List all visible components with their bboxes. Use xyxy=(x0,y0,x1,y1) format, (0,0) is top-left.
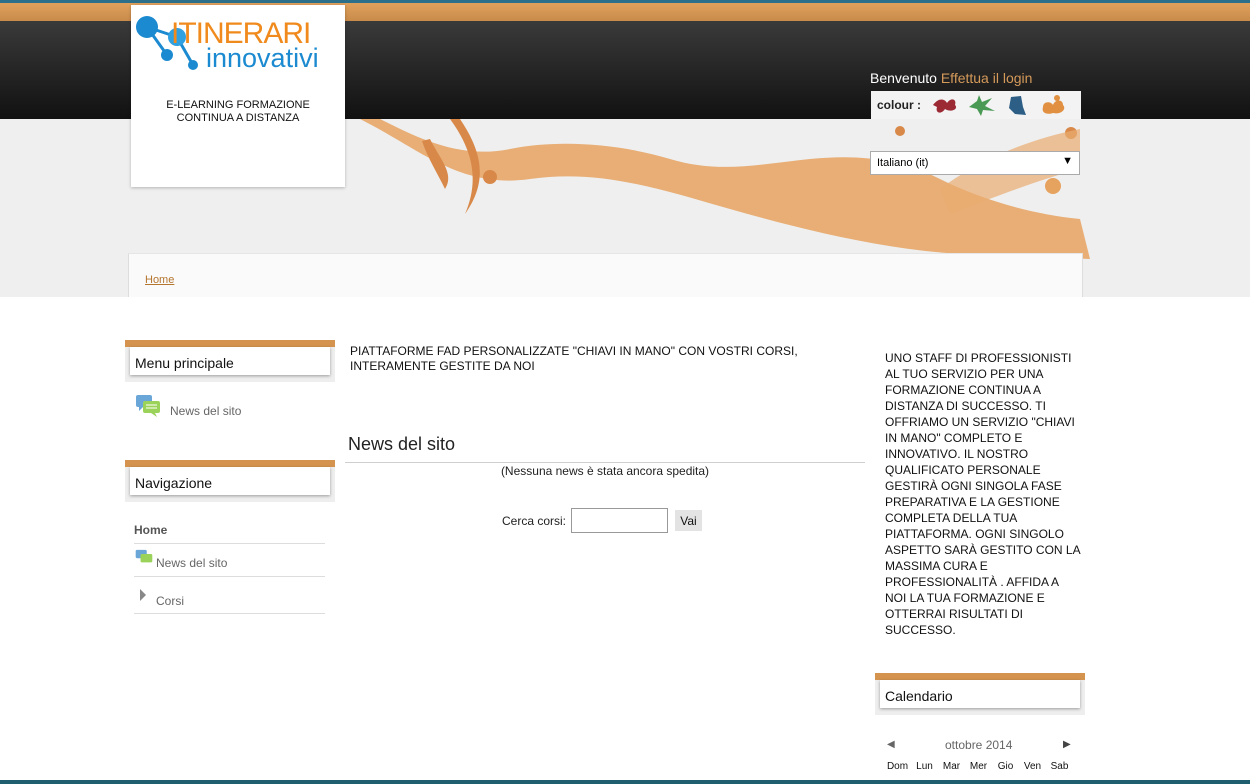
colour-swatch-green-icon[interactable] xyxy=(965,93,997,117)
calendar-month: ottobre 2014 xyxy=(945,738,1013,752)
calendar-prev-icon[interactable]: ◀ xyxy=(887,739,895,750)
weekday-label: Sab xyxy=(1050,761,1069,772)
news-divider xyxy=(345,462,865,463)
nav-divider xyxy=(134,613,325,614)
search-go-button[interactable]: Vai xyxy=(675,510,702,531)
news-empty-message: (Nessuna news è stata ancora spedita) xyxy=(500,464,710,478)
block-stripe xyxy=(875,673,1085,680)
colour-label: colour : xyxy=(877,98,921,112)
search-courses-label: Cerca corsi: xyxy=(502,514,567,528)
logo-panel: ITINERARI innovativi E-LEARNING FORMAZIO… xyxy=(131,5,345,187)
colour-switcher: colour : xyxy=(871,91,1081,119)
dropdown-arrow-icon: ▼ xyxy=(1062,155,1073,167)
intro-text: PIATTAFORME FAD PERSONALIZZATE "CHIAVI I… xyxy=(350,344,798,373)
menu-item-news[interactable]: News del sito xyxy=(170,404,241,418)
welcome-message: Benvenuto Effettua il login xyxy=(870,70,1032,86)
calendar-weekdays: Dom Lun Mar Mer Gio Ven Sab xyxy=(884,761,1073,772)
menu-principale-block: Menu principale xyxy=(125,340,335,382)
nav-divider xyxy=(134,543,325,544)
welcome-text: Benvenuto xyxy=(870,70,937,86)
news-section-title: News del sito xyxy=(348,434,456,454)
block-stripe xyxy=(125,340,335,347)
triangle-right-icon xyxy=(140,589,146,601)
news-chat-icon xyxy=(136,395,160,417)
weekday-label: Gio xyxy=(997,761,1014,772)
orange-splash-decoration xyxy=(360,119,1090,259)
breadcrumb: Home xyxy=(128,253,1083,297)
colour-swatch-red-icon[interactable] xyxy=(929,93,961,117)
bottom-accent-line xyxy=(0,780,1250,784)
login-link[interactable]: Effettua il login xyxy=(941,70,1033,86)
weekday-label: Dom xyxy=(886,761,909,772)
nav-item-news[interactable]: News del sito xyxy=(156,556,227,570)
language-select-value: Italiano (it) xyxy=(877,157,929,169)
weekday-label: Mar xyxy=(942,761,961,772)
staff-description: UNO STAFF DI PROFESSIONISTI AL TUO SERVI… xyxy=(885,351,1080,637)
calendario-block: Calendario xyxy=(875,673,1085,715)
news-chat-icon xyxy=(135,549,153,563)
weekday-label: Lun xyxy=(916,761,933,772)
site-tagline: E-LEARNING FORMAZIONE CONTINUA A DISTANZ… xyxy=(166,99,310,124)
nav-divider xyxy=(134,576,325,577)
calendar-next-icon[interactable]: ▶ xyxy=(1063,739,1071,750)
nav-home-link[interactable]: Home xyxy=(134,523,167,537)
search-courses-input[interactable] xyxy=(571,508,668,533)
weekday-label: Ven xyxy=(1023,761,1042,772)
menu-principale-title: Menu principale xyxy=(130,347,330,375)
nav-item-corsi[interactable]: Corsi xyxy=(156,594,184,608)
colour-swatch-blue-icon[interactable] xyxy=(1001,93,1033,117)
language-select[interactable]: Italiano (it) ▼ xyxy=(870,151,1080,175)
navigazione-block: Navigazione xyxy=(125,460,335,502)
logo-text-innovativi: innovativi xyxy=(206,43,319,73)
colour-swatch-orange-icon[interactable] xyxy=(1037,93,1069,117)
calendario-title: Calendario xyxy=(880,680,1080,708)
weekday-label: Mer xyxy=(969,761,988,772)
block-stripe xyxy=(125,460,335,467)
breadcrumb-home-link[interactable]: Home xyxy=(145,274,174,286)
navigazione-title: Navigazione xyxy=(130,467,330,495)
